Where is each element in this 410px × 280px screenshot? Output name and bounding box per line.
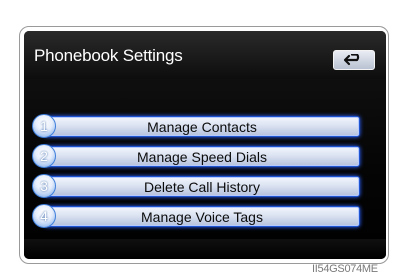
display-screen: Phonebook Settings Manage Contacts 1 Man… — [24, 31, 386, 259]
back-button[interactable] — [333, 50, 375, 70]
delete-call-history-button[interactable]: Delete Call History — [44, 176, 360, 197]
menu-row-manage-voice-tags: Manage Voice Tags 4 — [32, 204, 360, 228]
image-code: II54GS074ME — [312, 263, 378, 275]
menu-number-badge: 3 — [32, 174, 56, 198]
menu-number-badge: 2 — [32, 144, 56, 168]
menu-row-manage-speed-dials: Manage Speed Dials 2 — [32, 144, 360, 168]
manage-speed-dials-button[interactable]: Manage Speed Dials — [44, 146, 360, 167]
back-arrow-icon — [343, 54, 360, 66]
manage-voice-tags-button[interactable]: Manage Voice Tags — [44, 206, 360, 227]
menu-number-badge: 4 — [32, 204, 56, 228]
menu-row-delete-call-history: Delete Call History 3 — [32, 174, 360, 198]
manage-contacts-button[interactable]: Manage Contacts — [44, 116, 360, 137]
footer-bar — [24, 239, 386, 259]
menu-number-badge: 1 — [32, 114, 56, 138]
menu-row-manage-contacts: Manage Contacts 1 — [32, 114, 360, 138]
title-bar: Phonebook Settings — [24, 31, 386, 79]
page-title: Phonebook Settings — [34, 46, 183, 65]
